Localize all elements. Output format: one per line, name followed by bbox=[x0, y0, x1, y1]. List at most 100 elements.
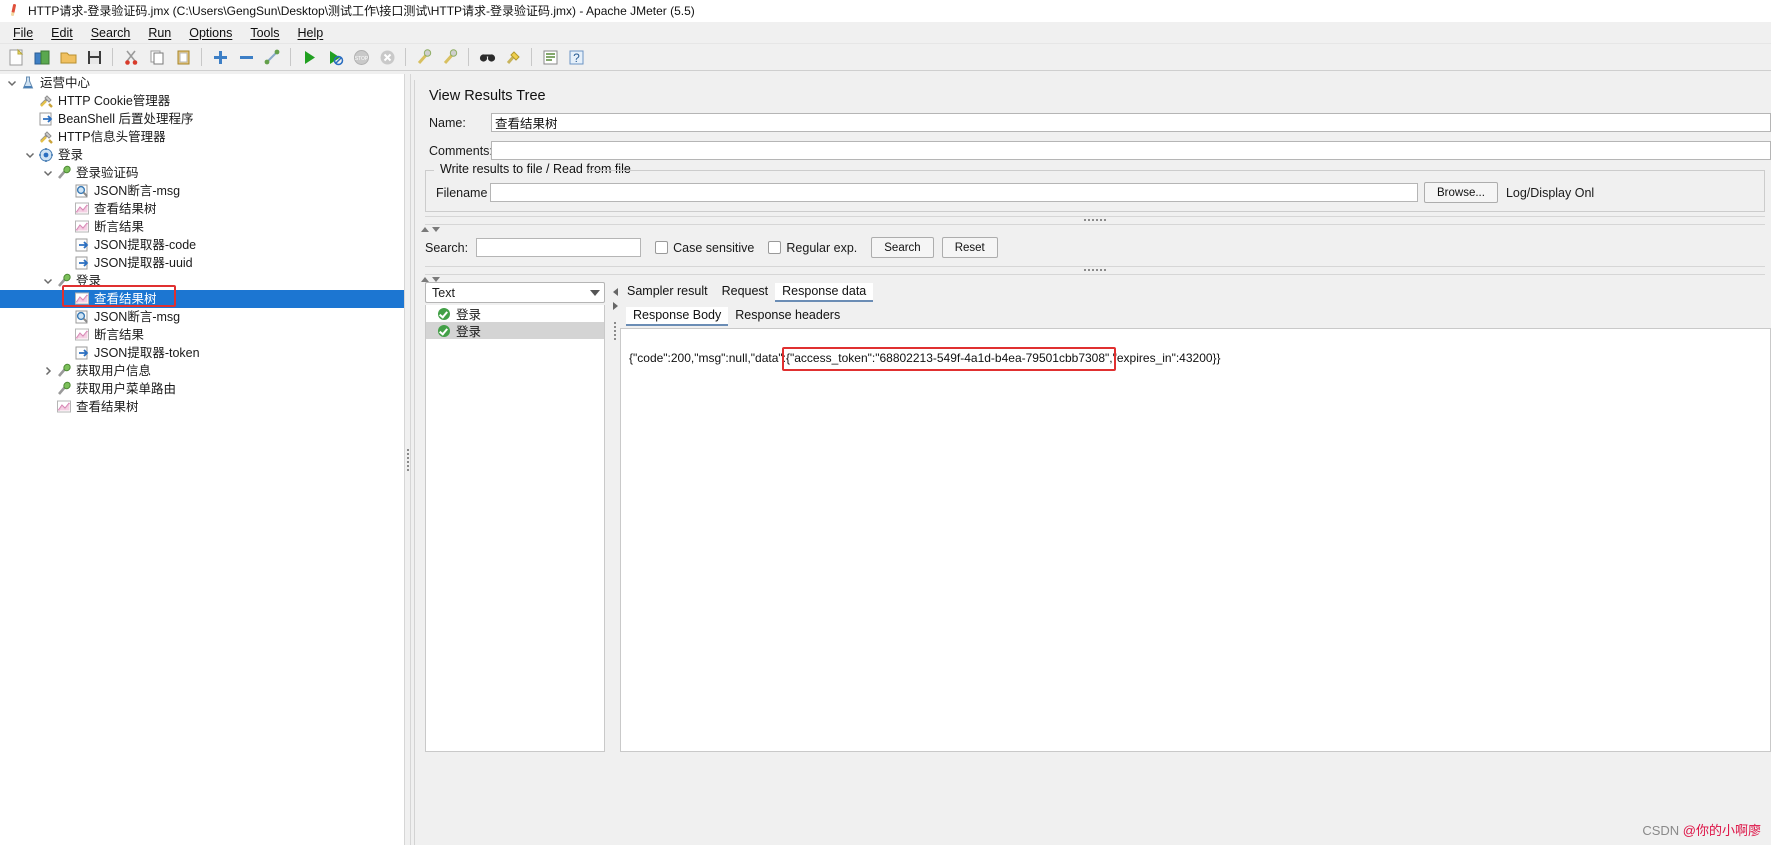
chevron-left-icon[interactable] bbox=[613, 288, 618, 296]
cut-icon[interactable] bbox=[119, 46, 143, 69]
start-icon[interactable] bbox=[297, 46, 321, 69]
search-icon[interactable] bbox=[475, 46, 499, 69]
svg-text:STOP: STOP bbox=[354, 56, 368, 62]
tree-twisty-down-icon[interactable] bbox=[4, 75, 20, 91]
tree-twisty-right-icon[interactable] bbox=[40, 363, 56, 379]
clear-icon[interactable] bbox=[412, 46, 436, 69]
chevron-up-icon[interactable] bbox=[421, 227, 429, 232]
results-splitter[interactable] bbox=[611, 282, 620, 752]
search-input[interactable] bbox=[476, 238, 642, 257]
tree-twisty-down-icon[interactable] bbox=[22, 147, 38, 163]
result-tab[interactable]: Sampler result bbox=[620, 283, 715, 302]
tree-node[interactable]: 查看结果树 bbox=[0, 200, 404, 218]
result-tab[interactable]: Request bbox=[715, 283, 776, 302]
tree-node[interactable]: 断言结果 bbox=[0, 218, 404, 236]
test-plan-icon bbox=[20, 75, 37, 91]
chevron-down-icon[interactable] bbox=[590, 289, 600, 296]
tree-node[interactable]: 登录 bbox=[0, 146, 404, 164]
menu-help[interactable]: Help bbox=[289, 24, 333, 42]
splitter-arrows-top[interactable] bbox=[415, 225, 1771, 232]
listener-icon bbox=[74, 219, 91, 235]
paste-icon[interactable] bbox=[171, 46, 195, 69]
renderer-selected-label: Text bbox=[432, 285, 455, 300]
postprocessor-icon bbox=[74, 255, 91, 271]
tree-node-label: 登录验证码 bbox=[76, 166, 139, 180]
regular-exp-checkbox[interactable]: Regular exp. bbox=[768, 241, 857, 255]
expand-icon[interactable] bbox=[208, 46, 232, 69]
horizontal-splitter-top[interactable] bbox=[425, 216, 1765, 225]
tree-node[interactable]: 断言结果 bbox=[0, 326, 404, 344]
response-subtabs[interactable]: Response Body Response headers bbox=[620, 305, 1771, 326]
collapse-icon[interactable] bbox=[234, 46, 258, 69]
tree-twisty-down-icon[interactable] bbox=[40, 165, 56, 181]
function-helper-icon[interactable] bbox=[538, 46, 562, 69]
renderer-select[interactable]: Text bbox=[425, 282, 605, 303]
postprocessor-icon bbox=[74, 345, 91, 361]
browse-button[interactable]: Browse... bbox=[1424, 182, 1498, 203]
tree-node[interactable]: JSON提取器-code bbox=[0, 236, 404, 254]
response-subtab[interactable]: Response headers bbox=[728, 307, 847, 326]
sample-result-list[interactable]: 登录 登录 bbox=[425, 305, 605, 752]
menu-options[interactable]: Options bbox=[180, 24, 241, 42]
tree-node[interactable]: JSON断言-msg bbox=[0, 308, 404, 326]
tree-node[interactable]: 查看结果树 bbox=[0, 398, 404, 416]
horizontal-splitter-bottom[interactable] bbox=[425, 266, 1765, 275]
start-no-pauses-icon[interactable] bbox=[323, 46, 347, 69]
tree-twisty-down-icon[interactable] bbox=[40, 273, 56, 289]
menu-tools[interactable]: Tools bbox=[241, 24, 288, 42]
templates-icon[interactable] bbox=[30, 46, 54, 69]
comments-input[interactable] bbox=[491, 141, 1771, 160]
checkbox-icon[interactable] bbox=[655, 241, 669, 254]
splitter-grip bbox=[1084, 269, 1106, 271]
checkbox-icon[interactable] bbox=[768, 241, 782, 254]
result-tab[interactable]: Response data bbox=[775, 283, 874, 302]
sample-result-item[interactable]: 登录 bbox=[426, 322, 604, 339]
sample-result-item[interactable]: 登录 bbox=[426, 305, 604, 322]
tree-node[interactable]: JSON断言-msg bbox=[0, 182, 404, 200]
tree-node[interactable]: JSON提取器-token bbox=[0, 344, 404, 362]
case-sensitive-checkbox[interactable]: Case sensitive bbox=[655, 241, 754, 255]
response-subtab[interactable]: Response Body bbox=[626, 307, 729, 326]
clear-all-icon[interactable] bbox=[438, 46, 462, 69]
reset-button[interactable]: Reset bbox=[941, 237, 998, 258]
stop-icon[interactable]: STOP bbox=[349, 46, 373, 69]
menu-search[interactable]: Search bbox=[82, 24, 140, 42]
tree-node[interactable]: HTTP信息头管理器 bbox=[0, 128, 404, 146]
vertical-splitter[interactable] bbox=[404, 74, 411, 845]
result-tabs[interactable]: Sampler result Request Response data bbox=[620, 282, 1771, 302]
open-icon[interactable] bbox=[56, 46, 80, 69]
menu-file[interactable]: File bbox=[4, 24, 42, 42]
shutdown-icon[interactable] bbox=[375, 46, 399, 69]
tree-node[interactable]: HTTP Cookie管理器 bbox=[0, 92, 404, 110]
splitter-arrows-bottom[interactable] bbox=[415, 275, 1771, 282]
new-icon[interactable] bbox=[4, 46, 28, 69]
assertion-icon bbox=[74, 309, 91, 325]
menu-run[interactable]: Run bbox=[139, 24, 180, 42]
tree-node[interactable]: 运营中心 bbox=[0, 74, 404, 92]
tree-node[interactable]: 登录 bbox=[0, 272, 404, 290]
response-body-box[interactable]: {"code":200,"msg":null,"data":{"access_t… bbox=[620, 328, 1771, 752]
search-button[interactable]: Search bbox=[871, 237, 934, 258]
tree-node[interactable]: 获取用户菜单路由 bbox=[0, 380, 404, 398]
menu-edit[interactable]: Edit bbox=[42, 24, 82, 42]
tree-node[interactable]: 获取用户信息 bbox=[0, 362, 404, 380]
copy-icon[interactable] bbox=[145, 46, 169, 69]
log-display-label: Log/Display Onl bbox=[1505, 185, 1595, 200]
filename-input[interactable] bbox=[490, 183, 1418, 202]
chevron-down-icon[interactable] bbox=[432, 227, 440, 232]
tree-node[interactable]: BeanShell 后置处理程序 bbox=[0, 110, 404, 128]
tree-node[interactable]: 登录验证码 bbox=[0, 164, 404, 182]
chevron-right-icon[interactable] bbox=[613, 302, 618, 310]
tree-node[interactable]: JSON提取器-uuid bbox=[0, 254, 404, 272]
tree-node-selected[interactable]: 查看结果树 bbox=[0, 290, 405, 308]
test-plan-tree[interactable]: 运营中心 HTTP Cookie管理器 BeanShell 后置处理程序 HTTP信息… bbox=[0, 74, 405, 845]
toolbar-separator bbox=[201, 48, 202, 66]
tree-node-label: 运营中心 bbox=[40, 76, 91, 90]
save-icon[interactable] bbox=[82, 46, 106, 69]
name-input[interactable] bbox=[491, 113, 1771, 132]
watermark-author: @你的小啊廖 bbox=[1682, 823, 1761, 838]
toggle-icon[interactable] bbox=[260, 46, 284, 69]
help-icon[interactable]: ? bbox=[564, 46, 588, 69]
name-row: Name: bbox=[415, 113, 1771, 132]
reset-search-icon[interactable] bbox=[501, 46, 525, 69]
